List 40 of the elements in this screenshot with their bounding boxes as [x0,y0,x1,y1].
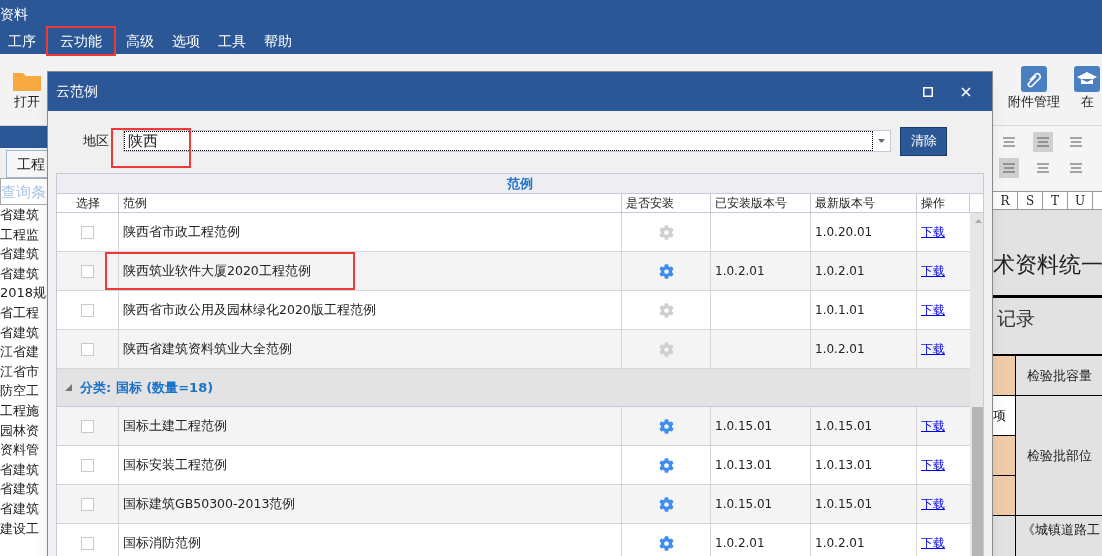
dialog-title: 云范例 [56,82,99,101]
column-header: U [1068,191,1093,209]
example-name: 陕西筑业软件大厦2020工程范例 [123,261,311,280]
group-label: 分类: 国标 (数量=18) [80,378,214,397]
column-header: 选择 [57,194,119,212]
latest-version: 1.0.15.01 [815,418,873,435]
table-cell: 检验批容量 [1016,356,1102,396]
installed-version: 1.0.2.01 [715,535,765,552]
example-name: 国标消防范例 [123,533,201,552]
latest-version: 1.0.13.01 [815,457,873,474]
example-name: 陕西省建筑资料筑业大全范例 [123,339,292,358]
column-header: 范例 [119,194,622,212]
latest-version: 1.0.20.01 [815,224,873,241]
latest-version: 1.0.2.01 [815,263,865,280]
latest-version: 1.0.2.01 [815,341,865,358]
column-header: 是否安装 [622,194,711,212]
installed-version: 1.0.15.01 [715,418,773,435]
table-cell-text: 《城镇道路工 [1021,521,1101,539]
installed-version: 1.0.13.01 [715,457,773,474]
column-header: T [1043,191,1068,209]
latest-version: 1.0.15.01 [815,496,873,513]
column-header: 最新版本号 [811,194,917,212]
document-subtitle: 记录 [996,305,1036,331]
band-title: 范例 [507,174,533,193]
latest-version: 1.0.2.01 [815,535,865,552]
example-name: 国标建筑GB50300-2013范例 [123,494,296,513]
example-name: 陕西省市政工程范例 [123,222,240,241]
document-title: 术资料统一 [993,250,1102,279]
column-header: S [1018,191,1043,209]
window-title: 资料 [0,4,28,24]
column-header: 已安装版本号 [711,194,811,212]
example-name: 国标土建工程范例 [123,416,227,435]
installed-version: 1.0.15.01 [715,496,773,513]
table-cell: 项 [993,396,1016,436]
installed-version: 1.0.2.01 [715,263,765,280]
latest-version: 1.0.1.01 [815,302,865,319]
example-name: 国标安装工程范例 [123,455,227,474]
column-header: 操作 [917,194,970,212]
region-label: 地区 [83,132,109,151]
example-name: 陕西省市政公用及园林绿化2020版工程范例 [123,300,376,319]
